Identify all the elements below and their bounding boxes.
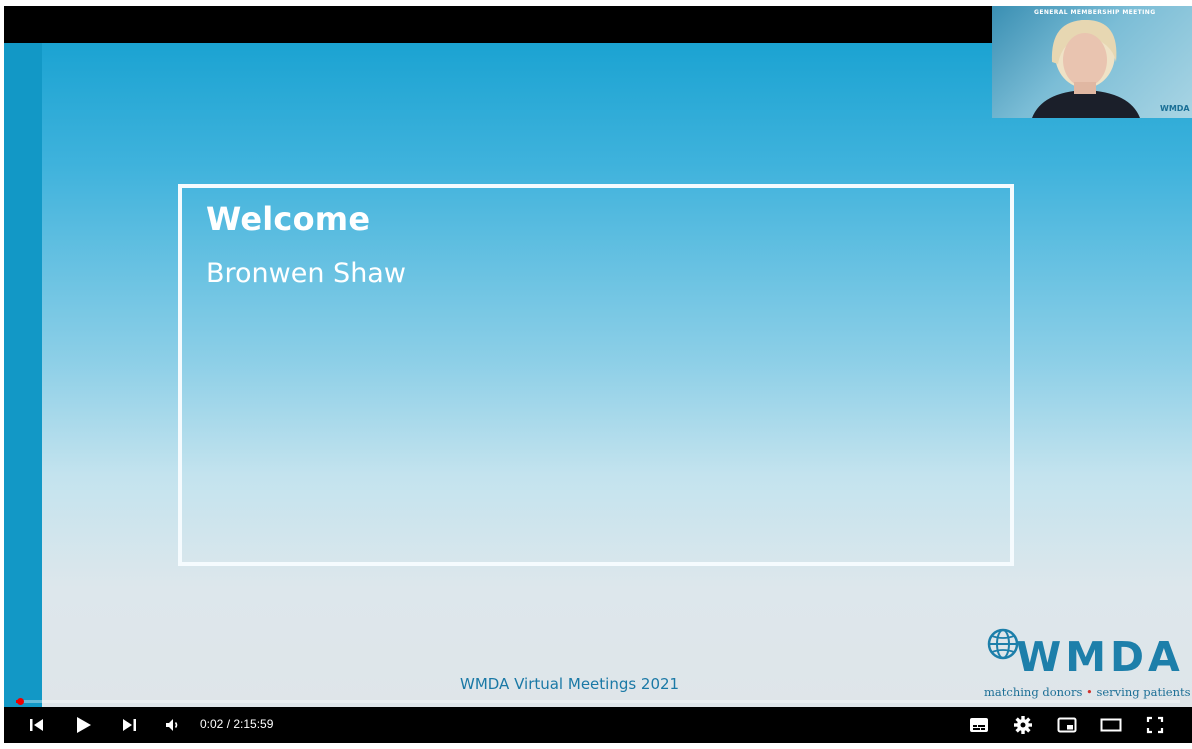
presentation-slide: Welcome Bronwen Shaw WMDA Virtual Meetin… — [4, 43, 1192, 707]
subtitles-button[interactable] — [968, 714, 990, 736]
video-player[interactable]: Welcome Bronwen Shaw WMDA Virtual Meetin… — [4, 6, 1192, 743]
control-bar: 0:02 / 2:15:59 — [4, 707, 1192, 743]
settings-button[interactable] — [1012, 714, 1034, 736]
previous-icon — [30, 719, 43, 731]
speaker-webcam: GENERAL MEMBERSHIP MEETING WMDA — [992, 6, 1192, 118]
next-icon — [123, 719, 136, 731]
next-button[interactable] — [118, 714, 140, 736]
fullscreen-icon — [1146, 716, 1164, 734]
fullscreen-button[interactable] — [1144, 714, 1166, 736]
slide-footer: WMDA Virtual Meetings 2021 — [460, 675, 680, 693]
progress-scrubber[interactable] — [17, 698, 24, 705]
tagline-bullet: • — [1086, 685, 1093, 699]
play-button[interactable] — [72, 714, 94, 736]
time-display: 0:02 / 2:15:59 — [200, 717, 274, 731]
welcome-frame: Welcome Bronwen Shaw — [178, 184, 1014, 566]
slide-title: Welcome — [206, 200, 371, 238]
wmda-logo: WMDA matching donors • serving patients — [980, 621, 1191, 705]
miniplayer-button[interactable] — [1056, 714, 1078, 736]
tagline-right: serving patients — [1096, 685, 1191, 699]
theater-button[interactable] — [1100, 714, 1122, 736]
volume-icon — [166, 719, 178, 731]
speaker-name: Bronwen Shaw — [206, 258, 406, 289]
theater-icon — [1100, 718, 1122, 732]
logo-tagline: matching donors • serving patients — [984, 685, 1191, 699]
progress-bar[interactable] — [16, 698, 1180, 705]
tagline-left: matching donors — [984, 685, 1083, 699]
globe-icon — [987, 628, 1019, 660]
previous-button[interactable] — [26, 714, 48, 736]
subtitles-icon — [970, 718, 988, 732]
logo-wordmark: WMDA — [1016, 633, 1184, 681]
webcam-logo: WMDA — [1160, 104, 1190, 113]
speaker-video — [1032, 20, 1140, 118]
gear-icon — [1014, 716, 1032, 734]
volume-button[interactable] — [162, 714, 184, 736]
play-icon — [77, 717, 91, 733]
miniplayer-icon — [1057, 717, 1077, 733]
slide-side-stripe — [4, 43, 42, 707]
